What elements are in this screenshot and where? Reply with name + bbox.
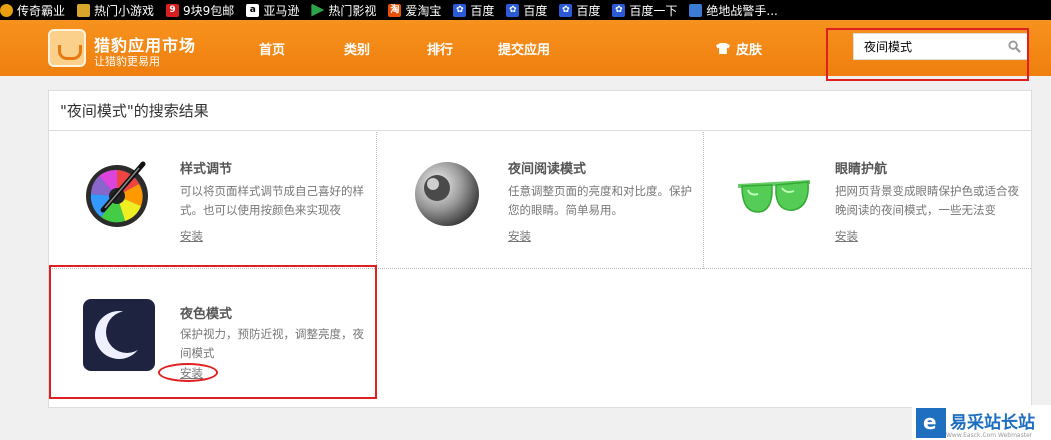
bookmark-item[interactable]: 热门影视 xyxy=(311,2,376,19)
skin-button[interactable]: 皮肤 xyxy=(716,39,762,58)
bookmark-item[interactable]: ✿ 百度 xyxy=(453,2,494,19)
highlight-oval-install xyxy=(158,363,218,382)
bookmark-item[interactable]: ✿ 百度一下 xyxy=(612,2,677,19)
bookmark-item[interactable]: 传奇霸业 xyxy=(0,2,65,19)
color-picker-icon[interactable] xyxy=(81,154,157,230)
market-logo-icon[interactable] xyxy=(48,29,86,67)
highlight-box-card xyxy=(49,265,377,399)
nav-ranking[interactable]: 排行 xyxy=(427,39,453,58)
app-description: 任意调整页面的亮度和对比度。保护您的眼睛。简单易用。 xyxy=(508,184,692,217)
brand-slogan: 让猎豹更易用 xyxy=(94,55,160,68)
nav-submit-app[interactable]: 提交应用 xyxy=(498,39,550,58)
taobao-icon: 淘 xyxy=(388,3,402,17)
jiu-icon: 9 xyxy=(166,3,180,17)
column-divider xyxy=(376,132,377,269)
amazon-icon: a xyxy=(246,3,260,17)
watermark-logo-icon xyxy=(916,407,946,438)
app-name[interactable]: 夜间阅读模式 xyxy=(508,158,586,177)
install-link[interactable]: 安装 xyxy=(508,228,531,244)
bookmark-item[interactable]: ✿ 百度 xyxy=(559,2,600,19)
watermark-subtext: Www.Easck.Com Webmaster xyxy=(946,432,1033,439)
baidu-paw-icon: ✿ xyxy=(453,3,467,17)
column-divider xyxy=(703,132,704,269)
app-name[interactable]: 样式调节 xyxy=(180,158,232,177)
shirt-icon xyxy=(716,43,730,54)
bookmark-item[interactable]: 热门小游戏 xyxy=(77,2,154,19)
gray-sphere-icon[interactable] xyxy=(409,154,485,230)
bookmark-item[interactable]: 淘爱淘宝 xyxy=(388,2,441,19)
game-icon xyxy=(689,3,703,17)
bookmark-item[interactable]: 9 9块9包邮 xyxy=(166,2,234,19)
app-name[interactable]: 眼睛护航 xyxy=(835,158,887,177)
nav-home[interactable]: 首页 xyxy=(259,39,285,58)
skin-label: 皮肤 xyxy=(736,43,763,58)
install-link[interactable]: 安装 xyxy=(835,228,858,244)
bookmark-item[interactable]: ✿ 百度 xyxy=(506,2,547,19)
baidu-paw-icon: ✿ xyxy=(506,3,520,17)
play-icon xyxy=(311,3,325,17)
app-card: 样式调节 可以将页面样式调节成自己喜好的样式。也可以使用按颜色来实现夜 安装 xyxy=(49,132,376,269)
orange-circle-icon xyxy=(0,3,13,17)
app-card: 眼睛护航 把网页背景变成眼睛保护色或适合夜晚阅读的夜间模式，一些无法变 安装 xyxy=(704,132,1031,269)
results-title: "夜间模式"的搜索结果 xyxy=(49,91,1031,131)
highlight-box-search xyxy=(826,28,1029,81)
nav-category[interactable]: 类别 xyxy=(344,39,370,58)
app-description: 可以将页面样式调节成自己喜好的样式。也可以使用按颜色来实现夜 xyxy=(180,184,364,217)
bookmark-item[interactable]: a 亚马逊 xyxy=(246,2,299,19)
baidu-paw-icon: ✿ xyxy=(559,3,573,17)
bookmark-item[interactable]: 绝地战警手... xyxy=(689,2,778,19)
app-card: 夜间阅读模式 任意调整页面的亮度和对比度。保护您的眼睛。简单易用。 安装 xyxy=(377,132,704,269)
app-description: 把网页背景变成眼睛保护色或适合夜晚阅读的夜间模式，一些无法变 xyxy=(835,184,1019,217)
install-link[interactable]: 安装 xyxy=(180,228,203,244)
bookmarks-bar: 传奇霸业 热门小游戏 9 9块9包邮 a 亚马逊 热门影视 淘爱淘宝 ✿ 百度 ✿ 百度… xyxy=(0,0,1051,20)
watermark-text: 易采站长站 xyxy=(950,412,1035,433)
folder-icon xyxy=(77,3,91,17)
baidu-paw-icon: ✿ xyxy=(612,3,626,17)
green-glasses-icon[interactable] xyxy=(736,154,812,230)
